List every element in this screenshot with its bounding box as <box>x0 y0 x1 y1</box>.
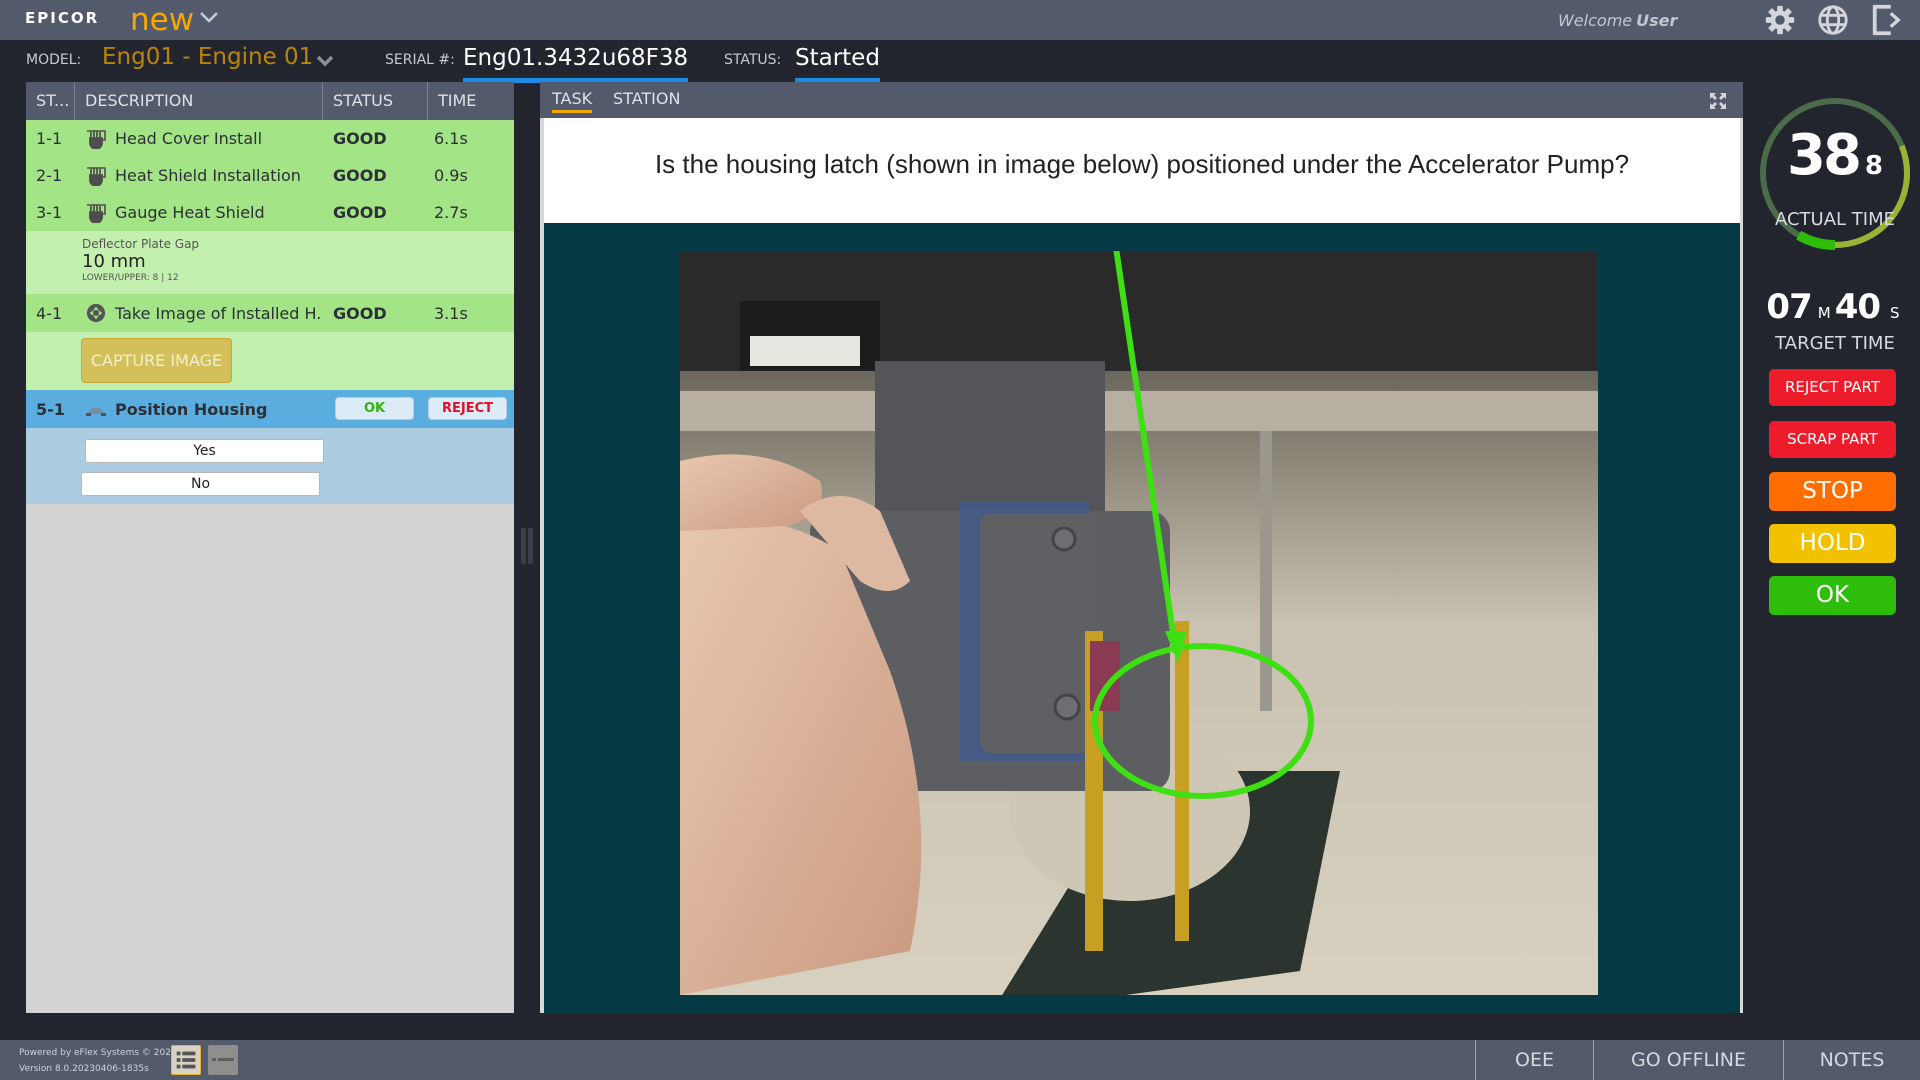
step-description: Position Housing <box>115 399 268 419</box>
step-description: Head Cover Install <box>115 129 263 148</box>
hand-icon <box>87 129 106 149</box>
tab-station[interactable]: STATION <box>613 89 680 108</box>
step-ok-button[interactable]: OK <box>335 397 414 420</box>
step-description-cell: Gauge Heat Shield <box>75 203 323 223</box>
actual-time-label: ACTUAL TIME <box>1774 209 1895 230</box>
step-time: 3.1s <box>434 303 468 323</box>
step-time: 6.1s <box>434 129 468 148</box>
measurement-limits: LOWER/UPPER: 8 | 12 <box>82 273 179 283</box>
hardhat-icon <box>86 407 106 416</box>
order-status: Started <box>795 43 880 83</box>
step-time: 0.9s <box>434 166 468 185</box>
answer-no-button[interactable]: No <box>81 472 320 496</box>
logout-icon[interactable] <box>1869 3 1905 37</box>
step-time: 2.7s <box>434 203 468 222</box>
step-number: 1-1 <box>36 129 63 148</box>
panel-resize-handle[interactable] <box>520 528 536 568</box>
step-reject-button[interactable]: REJECT <box>428 397 507 420</box>
step-description-cell: Take Image of Installed H... <box>75 303 323 323</box>
app-selector[interactable]: new <box>130 0 194 40</box>
step-status: GOOD <box>333 203 387 222</box>
stop-button[interactable]: STOP <box>1769 472 1896 511</box>
answer-yes-button[interactable]: Yes <box>85 439 324 463</box>
notes-button[interactable]: NOTES <box>1783 1040 1920 1080</box>
column-header-status[interactable]: STATUS <box>323 82 428 120</box>
step-description: Heat Shield Installation <box>115 166 301 185</box>
version-text: Version 8.0.20230406-1835s <box>19 1064 149 1074</box>
oee-button[interactable]: OEE <box>1475 1040 1593 1080</box>
step-list-header: ST... DESCRIPTION STATUS TIME <box>26 82 514 120</box>
serial-number: Eng01.3432u68F38 <box>463 43 689 83</box>
hold-button[interactable]: HOLD <box>1769 524 1896 563</box>
epicor-logo: EPICOR <box>25 9 100 27</box>
user-name: User <box>1636 11 1678 30</box>
column-header-step[interactable]: ST... <box>26 82 75 120</box>
chevron-down-icon[interactable] <box>316 55 334 67</box>
timer-sidebar: 38 8 ACTUAL TIME 07 M 40 S TARGET TIME REJEC… <box>1750 82 1920 1032</box>
task-question: Is the housing latch (shown in image bel… <box>544 118 1740 223</box>
hand-icon <box>87 166 106 186</box>
gauge-arc-actual <box>1796 230 1836 250</box>
step-row[interactable]: 4-1 Take Image of Installed H... GOOD 3.… <box>26 294 514 332</box>
answer-options: Yes No <box>26 428 514 504</box>
step-number: 3-1 <box>36 203 63 222</box>
go-offline-button[interactable]: GO OFFLINE <box>1593 1040 1783 1080</box>
scrap-part-button[interactable]: SCRAP PART <box>1769 421 1896 458</box>
step-row-active[interactable]: 5-1 Position Housing OK REJECT <box>26 390 514 428</box>
ok-button[interactable]: OK <box>1769 576 1896 615</box>
step-status: GOOD <box>333 166 387 185</box>
step-number: 4-1 <box>36 303 63 323</box>
step-row[interactable]: 3-1 Gauge Heat Shield GOOD 2.7s <box>26 194 514 231</box>
camera-shutter-icon <box>86 303 106 323</box>
footer-bar: Powered by eFlex Systems © 2023. Version… <box>0 1040 1920 1080</box>
gear-icon[interactable] <box>1762 3 1798 37</box>
order-info-bar: MODEL: Eng01 - Engine 01 SERIAL #: Eng01… <box>0 40 1920 83</box>
column-header-time[interactable]: TIME <box>428 82 514 120</box>
expand-icon[interactable] <box>1709 92 1727 110</box>
list-view-icon[interactable] <box>171 1045 201 1075</box>
step-description: Take Image of Installed H... <box>115 303 323 323</box>
model-selector[interactable]: Eng01 - Engine 01 <box>102 44 313 70</box>
model-label: MODEL: <box>26 52 82 68</box>
step-description-cell: Heat Shield Installation <box>75 166 323 186</box>
step-description-cell: Head Cover Install <box>75 129 323 149</box>
welcome-text: Welcome User <box>1558 11 1678 30</box>
top-bar: EPICOR new Welcome User <box>0 0 1920 40</box>
step-description: Gauge Heat Shield <box>115 203 265 222</box>
copyright-text: Powered by eFlex Systems © 2023. <box>19 1048 180 1058</box>
task-panel: TASK STATION Is the housing latch (shown… <box>540 82 1743 1013</box>
measurement-label: Deflector Plate Gap <box>82 237 200 251</box>
hand-icon <box>87 203 106 223</box>
serial-label: SERIAL #: <box>385 52 455 68</box>
step-status: GOOD <box>333 129 387 148</box>
actual-time-value: 38 8 <box>1786 123 1884 188</box>
step-row[interactable]: 1-1 Head Cover Install GOOD 6.1s <box>26 120 514 157</box>
reject-part-button[interactable]: REJECT PART <box>1769 369 1896 406</box>
tab-task[interactable]: TASK <box>552 89 593 113</box>
step-number: 2-1 <box>36 166 63 185</box>
measurement-value: 10 mm <box>82 251 146 272</box>
capture-image-button[interactable]: CAPTURE IMAGE <box>81 338 232 383</box>
task-panel-tabs: TASK STATION <box>540 82 1743 118</box>
capture-section: CAPTURE IMAGE <box>26 332 514 390</box>
target-time-label: TARGET TIME <box>1775 333 1895 354</box>
target-time-value: 07 M 40 S <box>1766 287 1900 327</box>
step-description-cell: Position Housing <box>75 399 323 419</box>
step-row[interactable]: 2-1 Heat Shield Installation GOOD 0.9s <box>26 157 514 194</box>
step-list: ST... DESCRIPTION STATUS TIME 1-1 Head C… <box>26 82 514 1013</box>
globe-icon[interactable] <box>1815 3 1851 37</box>
step-status: GOOD <box>333 303 387 323</box>
measurement-detail: Deflector Plate Gap 10 mm LOWER/UPPER: 8… <box>26 231 514 294</box>
compact-view-icon[interactable] <box>208 1045 238 1075</box>
task-image-area <box>544 223 1740 1013</box>
powered-by: Powered by eFlex Systems © 2023. Version… <box>19 1045 180 1077</box>
status-label: STATUS: <box>724 52 782 68</box>
column-header-description[interactable]: DESCRIPTION <box>75 82 323 120</box>
step-number: 5-1 <box>36 399 65 419</box>
task-instruction-image <box>680 251 1598 995</box>
chevron-down-icon[interactable] <box>199 10 219 24</box>
